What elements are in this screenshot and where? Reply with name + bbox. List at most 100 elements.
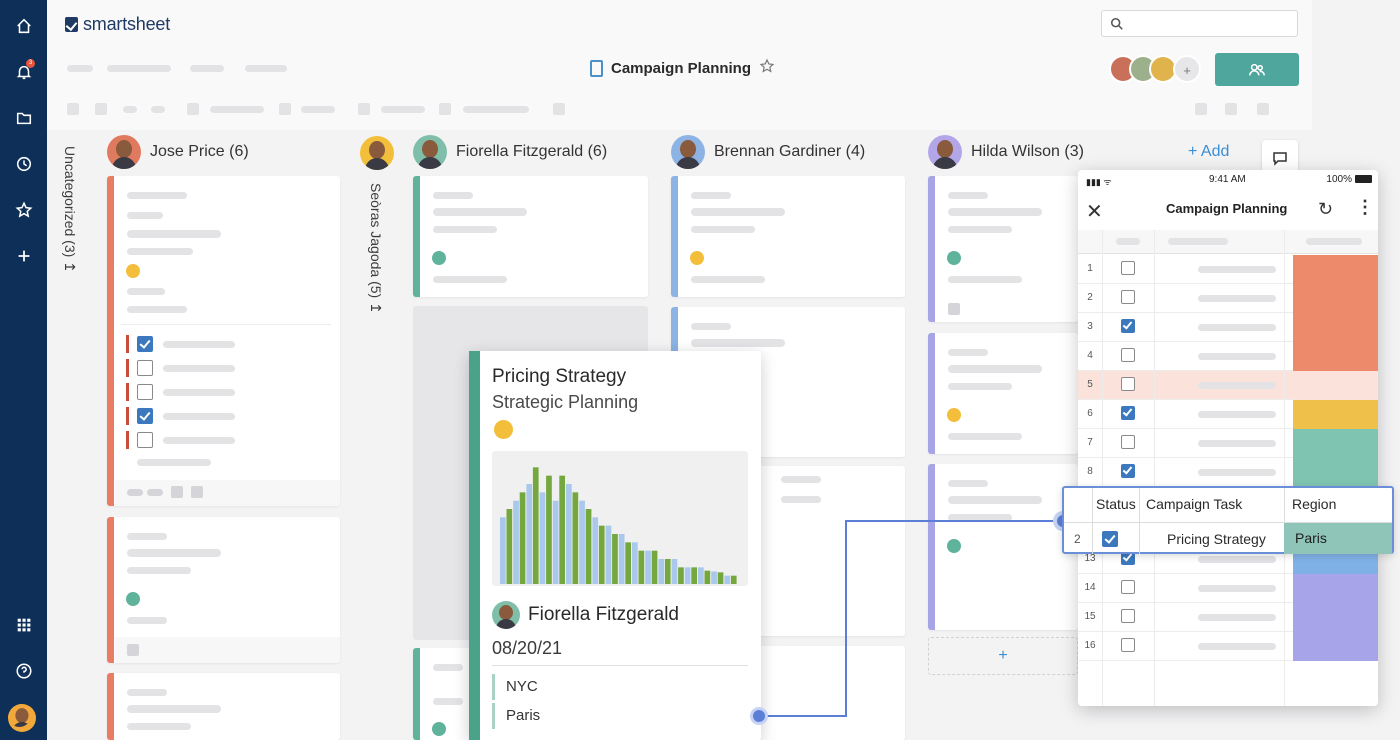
toolbar-placeholder[interactable]	[67, 103, 79, 115]
mobile-grid-row[interactable]: 16	[1078, 632, 1378, 661]
status-checkbox[interactable]	[1121, 609, 1135, 623]
toolbar-placeholder[interactable]	[279, 103, 291, 115]
lane-header-jose-price[interactable]: Jose Price (6)	[107, 135, 249, 169]
favorite-star-icon[interactable]	[759, 58, 775, 79]
smartsheet-logo[interactable]: smartsheet	[65, 14, 170, 35]
mobile-grid-row[interactable]: 4	[1078, 342, 1378, 371]
region-color-cell[interactable]	[1293, 284, 1378, 313]
region-cell[interactable]: Paris	[1284, 523, 1392, 554]
toolbar-placeholder[interactable]	[123, 106, 137, 113]
sheet-title[interactable]: Campaign Planning	[611, 60, 751, 77]
status-checkbox[interactable]	[1121, 319, 1135, 333]
bell-icon[interactable]: 3	[0, 57, 47, 87]
menu-placeholder[interactable]	[245, 65, 287, 72]
toolbar-placeholder[interactable]	[439, 103, 451, 115]
toolbar-placeholder[interactable]	[1257, 103, 1269, 115]
column-header-campaign-task[interactable]: Campaign Task	[1146, 496, 1242, 512]
status-checkbox[interactable]	[1121, 638, 1135, 652]
lane-header-hilda-wilson[interactable]: Hilda Wilson (3)	[928, 135, 1084, 169]
toolbar-placeholder[interactable]	[358, 103, 370, 115]
subtask-checkbox[interactable]	[137, 384, 153, 400]
status-checkbox[interactable]	[1121, 377, 1135, 391]
uncategorized-lane-label[interactable]: Uncategorized (3) ↥	[62, 146, 78, 273]
home-icon[interactable]	[0, 11, 47, 41]
mobile-grid-row[interactable]: 15	[1078, 603, 1378, 632]
toolbar-placeholder[interactable]	[95, 103, 107, 115]
folder-icon[interactable]	[0, 103, 47, 133]
share-button[interactable]	[1215, 53, 1299, 86]
card[interactable]	[671, 176, 905, 297]
subtask-checkbox[interactable]	[137, 336, 153, 352]
toolbar-placeholder[interactable]	[463, 106, 529, 113]
subtask-checkbox[interactable]	[137, 360, 153, 376]
refresh-icon[interactable]: ↻	[1318, 199, 1333, 220]
plus-icon[interactable]	[0, 241, 47, 271]
mobile-grid-row[interactable]: 2	[1078, 284, 1378, 313]
card[interactable]	[413, 176, 648, 297]
mobile-grid-row[interactable]: 8	[1078, 458, 1378, 487]
mobile-grid-row[interactable]: 3	[1078, 313, 1378, 342]
region-color-cell[interactable]	[1293, 574, 1378, 603]
apps-grid-icon[interactable]	[0, 610, 47, 640]
status-checkbox[interactable]	[1121, 261, 1135, 275]
mobile-grid-row[interactable]: 5	[1078, 371, 1378, 400]
region-color-cell[interactable]	[1293, 400, 1378, 429]
status-checkbox[interactable]	[1121, 348, 1135, 362]
mobile-grid-row[interactable]: 7	[1078, 429, 1378, 458]
more-options-icon[interactable]: ⋮	[1356, 197, 1374, 218]
toolbar-placeholder[interactable]	[553, 103, 565, 115]
region-color-cell[interactable]	[1293, 429, 1378, 458]
column-header-status[interactable]: Status	[1096, 496, 1136, 512]
region-color-cell[interactable]	[1293, 342, 1378, 371]
campaign-task-cell[interactable]: Pricing Strategy	[1167, 531, 1266, 547]
status-checkbox[interactable]	[1121, 435, 1135, 449]
search-input[interactable]	[1101, 10, 1298, 37]
mobile-grid-row[interactable]: 6	[1078, 400, 1378, 429]
toolbar-placeholder[interactable]	[1195, 103, 1207, 115]
user-avatar[interactable]	[8, 704, 36, 732]
clock-icon[interactable]	[0, 149, 47, 179]
region-color-cell[interactable]	[1293, 371, 1378, 400]
region-color-cell[interactable]	[1293, 603, 1378, 632]
region-color-cell[interactable]	[1293, 632, 1378, 661]
toolbar-placeholder[interactable]	[210, 106, 264, 113]
lane-header-fiorella-fitzgerald[interactable]: Fiorella Fitzgerald (6)	[413, 135, 607, 169]
toolbar-placeholder[interactable]	[301, 106, 335, 113]
card[interactable]	[107, 176, 340, 506]
column-header-region[interactable]: Region	[1292, 496, 1336, 512]
region-color-cell[interactable]	[1293, 313, 1378, 342]
status-checkbox[interactable]	[1121, 464, 1135, 478]
card[interactable]	[107, 517, 340, 663]
subtask-checkbox[interactable]	[137, 432, 153, 448]
add-collaborator-icon[interactable]: +	[1173, 55, 1201, 83]
region-color-cell[interactable]	[1293, 458, 1378, 487]
pricing-strategy-card[interactable]: Pricing Strategy Strategic Planning Fior…	[469, 351, 768, 740]
card[interactable]	[107, 673, 340, 740]
close-icon[interactable]: ✕	[1086, 199, 1103, 224]
status-checkbox[interactable]	[1121, 406, 1135, 420]
status-checkbox[interactable]	[1121, 580, 1135, 594]
menu-placeholder[interactable]	[107, 65, 171, 72]
menu-placeholder[interactable]	[67, 65, 93, 72]
lane-header-brennan-gardiner[interactable]: Brennan Gardiner (4)	[671, 135, 865, 169]
menu-placeholder[interactable]	[190, 65, 224, 72]
region-color-cell[interactable]	[1293, 255, 1378, 284]
status-checkbox[interactable]	[1121, 290, 1135, 304]
card[interactable]	[928, 333, 1078, 454]
mobile-grid-row[interactable]: 14	[1078, 574, 1378, 603]
toolbar-placeholder[interactable]	[187, 103, 199, 115]
add-lane-button[interactable]: + Add	[1188, 143, 1229, 161]
collapsed-lane-label[interactable]: Seòras Jagoda (5) ↥	[368, 183, 384, 314]
subtask-checkbox[interactable]	[137, 408, 153, 424]
mobile-grid-row[interactable]: 1	[1078, 255, 1378, 284]
toolbar-placeholder[interactable]	[151, 106, 165, 113]
toolbar-placeholder[interactable]	[381, 106, 425, 113]
toolbar-placeholder[interactable]	[1225, 103, 1237, 115]
star-icon[interactable]	[0, 195, 47, 225]
collaborator-avatars[interactable]: +	[1109, 55, 1201, 85]
add-card-button[interactable]: +	[928, 637, 1078, 675]
help-icon[interactable]	[0, 656, 47, 686]
status-checkbox[interactable]	[1102, 531, 1118, 547]
highlighted-grid-row[interactable]: Status Campaign Task Region 2 Pricing St…	[1062, 486, 1394, 554]
card[interactable]	[413, 648, 473, 740]
